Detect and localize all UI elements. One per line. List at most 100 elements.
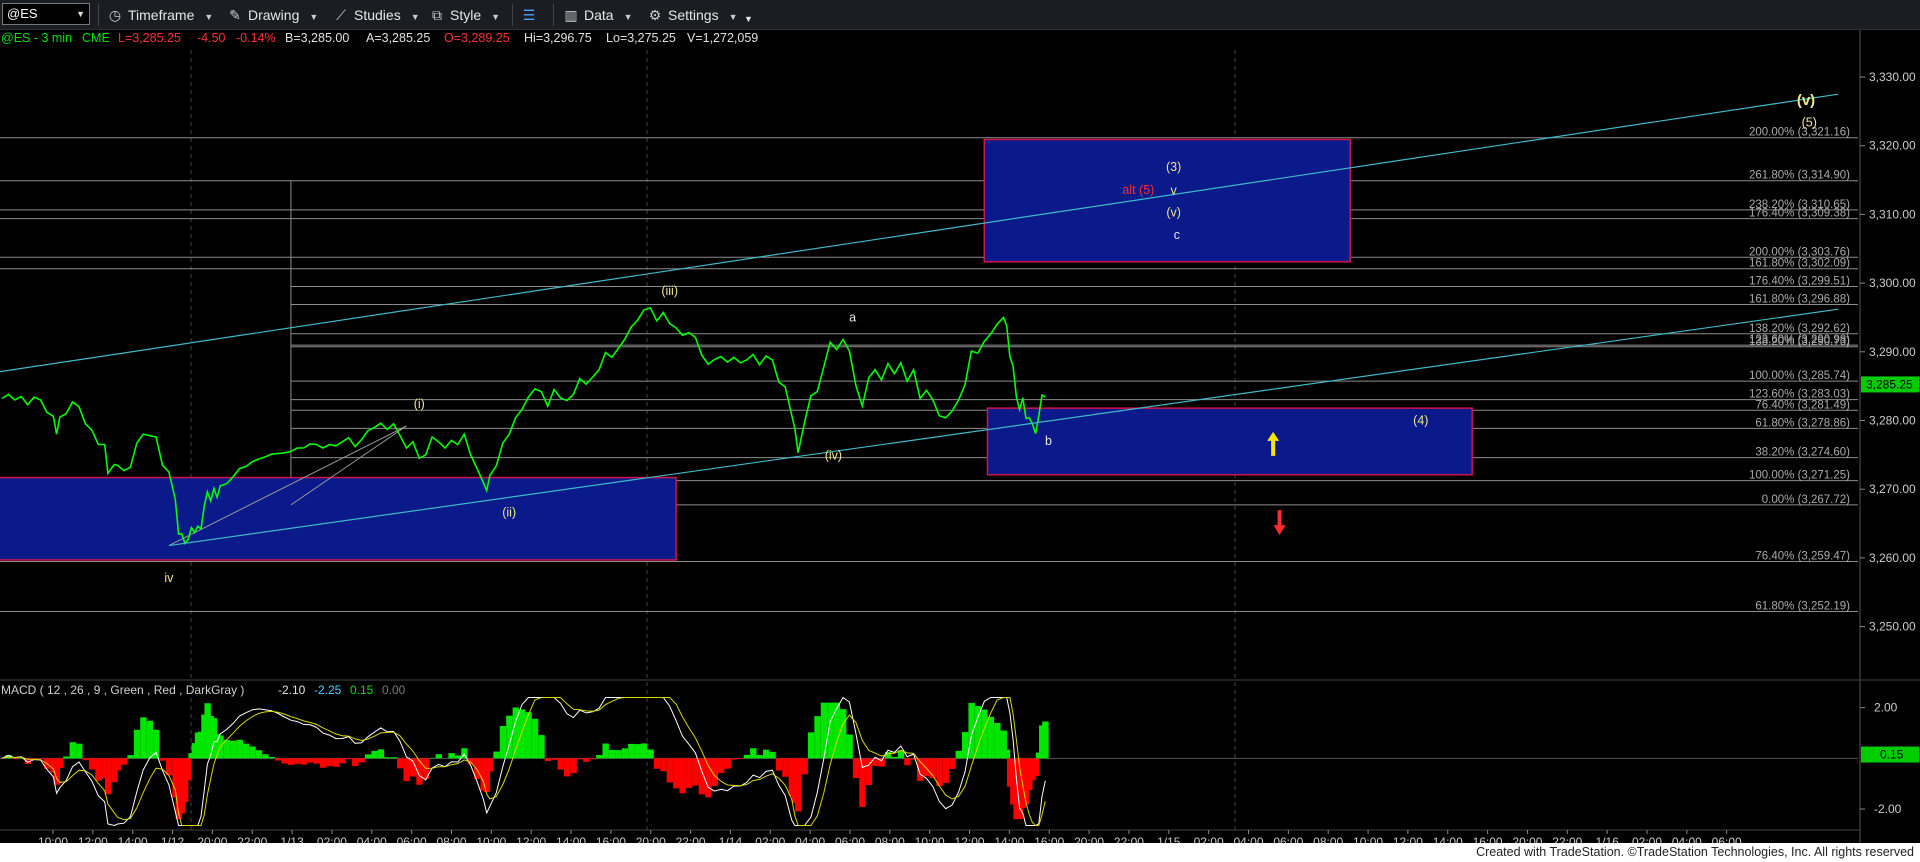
time-tick-label: 1/13 xyxy=(280,835,304,843)
macd-histogram-bar xyxy=(596,755,603,759)
fib-level-label: 176.40% (3,299.51) xyxy=(1749,275,1850,287)
chevron-down-icon: ▼ xyxy=(410,12,420,22)
wave-label: alt (5) xyxy=(1122,183,1154,197)
toolbar-divider xyxy=(98,4,99,26)
time-tick-label: 02:00 xyxy=(317,835,347,843)
data-menu[interactable]: ▥ Data ▼ xyxy=(562,5,632,25)
wave-label: iv xyxy=(164,571,174,585)
macd-histogram-bar xyxy=(403,758,410,782)
toolbar: @ES ▼ ◷ Timeframe ▼ ✎ Drawing ▼ ⟋ Studies ▼ ⧉ S… xyxy=(0,0,1920,30)
symbol-selector[interactable]: @ES ▼ xyxy=(2,3,90,25)
macd-tick-label: 2.00 xyxy=(1874,701,1898,715)
price-tick-label: 3,330.00 xyxy=(1869,70,1916,84)
macd-histogram-bar xyxy=(968,702,975,759)
fib-level-label: 76.40% (3,259.47) xyxy=(1755,551,1850,563)
time-tick-label: 08:00 xyxy=(875,835,905,843)
time-tick-label: 12:00 xyxy=(516,835,546,843)
macd-current-label: 0.15 xyxy=(1880,748,1904,762)
time-tick-label: 16:00 xyxy=(1473,835,1503,843)
macd-histogram-bar xyxy=(718,758,725,773)
time-tick-label: 08:00 xyxy=(1313,835,1343,843)
macd-histogram-bar xyxy=(249,746,256,759)
macd-histogram-bar xyxy=(955,750,962,759)
macd-histogram-bar xyxy=(300,758,308,765)
style-menu[interactable]: ⧉ Style ▼ xyxy=(428,5,500,25)
time-tick-label: 02:00 xyxy=(1194,835,1224,843)
fib-level-label: 0.00% (3,267.72) xyxy=(1762,494,1850,506)
macd-histogram-bar xyxy=(602,743,609,759)
time-tick-label: 06:00 xyxy=(1712,835,1742,843)
last-price-label: 3,285.25 xyxy=(1866,377,1913,391)
layout-icon: ☰ xyxy=(522,7,536,23)
macd-histogram-bar xyxy=(634,744,641,759)
studies-menu[interactable]: ⟋ Studies ▼ xyxy=(332,5,420,25)
macd-histogram-bar xyxy=(557,758,564,770)
price-tick-label: 3,280.00 xyxy=(1869,414,1916,428)
wave-label: (iii) xyxy=(661,284,678,298)
macd-histogram-bar xyxy=(692,758,699,786)
macd-histogram-bar xyxy=(339,758,346,764)
macd-histogram-bar xyxy=(840,709,847,759)
wave-label: (ii) xyxy=(502,506,516,520)
macd-histogram-bar xyxy=(1003,749,1011,759)
macd-histogram-bar xyxy=(859,758,866,807)
time-tick-label: 04:00 xyxy=(1672,835,1702,843)
chevron-down-icon: ▼ xyxy=(491,12,501,22)
macd-histogram-bar xyxy=(255,750,263,759)
macd-histogram-bar xyxy=(846,734,853,759)
timeframe-menu[interactable]: ◷ Timeframe ▼ xyxy=(106,5,213,25)
macd-histogram-bar xyxy=(140,717,147,759)
macd-histogram-bar xyxy=(371,750,378,759)
wave-label: (iv) xyxy=(825,449,842,463)
zero-value: 0.00 xyxy=(382,683,406,697)
macd-histogram-bar xyxy=(352,758,359,767)
macd-histogram-bar xyxy=(923,758,930,777)
fib-level-label: 76.40% (3,281.49) xyxy=(1755,399,1850,411)
footer: Created with TradeStation. ©TradeStation… xyxy=(0,843,1920,862)
macd-histogram-bar xyxy=(499,726,507,759)
fib-level-label: 161.80% (3,296.88) xyxy=(1749,294,1850,306)
macd-histogram-bar xyxy=(538,735,545,759)
wave-label: c xyxy=(1174,228,1180,242)
macd-histogram-bar xyxy=(641,743,648,759)
macd-histogram-bar xyxy=(56,758,64,769)
time-tick-label: 20:00 xyxy=(197,835,227,843)
macd-histogram-bar xyxy=(88,758,96,770)
fib-level-label: 200.00% (3,321.16) xyxy=(1749,127,1850,139)
macd-histogram-bar xyxy=(294,758,301,764)
footer-credit: Created with TradeStation. ©TradeStation… xyxy=(1476,845,1914,859)
macd-histogram-bar xyxy=(583,758,590,762)
macd-histogram-bar xyxy=(942,758,950,783)
fib-level-label: 261.80% (3,314.90) xyxy=(1749,170,1850,182)
time-tick-label: 20:00 xyxy=(1074,835,1104,843)
layout-button[interactable]: ☰ xyxy=(520,5,542,25)
pencil-icon: ✎ xyxy=(229,7,241,23)
macd-histogram-bar xyxy=(326,758,333,767)
time-tick-label: 06:00 xyxy=(835,835,865,843)
drawing-menu[interactable]: ✎ Drawing ▼ xyxy=(226,5,318,25)
settings-menu[interactable]: ⚙ Settings ▼ xyxy=(646,5,738,25)
macd-histogram-bar xyxy=(95,758,102,781)
macd-histogram-bar xyxy=(615,750,622,759)
macd-histogram-bar xyxy=(653,758,661,769)
macd-histogram-bar xyxy=(76,743,83,759)
macd-histogram-bar xyxy=(544,758,552,761)
arrow-up-shaft xyxy=(1271,439,1276,456)
time-tick-label: 22:00 xyxy=(1114,835,1144,843)
gear-icon: ⚙ xyxy=(648,7,662,23)
macd-histogram-bar xyxy=(493,751,500,759)
studies-icon: ⟋ xyxy=(336,7,346,23)
macd-histogram-bar xyxy=(242,743,250,759)
price-chart[interactable]: 3,330.00 3,320.00 3,310.00 3,300.00 3,290.00… xyxy=(0,30,1920,843)
fib-level-label: 100.00% (3,285.74) xyxy=(1749,370,1850,382)
arrow-down-icon xyxy=(1273,525,1286,536)
toolbar-overflow-icon[interactable]: ▼ xyxy=(744,9,753,29)
macd-histogram-bar xyxy=(320,758,327,768)
macd-histogram-bar xyxy=(782,758,789,777)
wave-label: (4) xyxy=(1413,414,1428,428)
macd-histogram-bar xyxy=(673,758,680,789)
fib-level-label: 200.00% (3,303.76) xyxy=(1749,246,1850,258)
fib-level-label: 138.20% (3,292.62) xyxy=(1749,323,1850,335)
macd-histogram-bar xyxy=(576,758,584,760)
macd-histogram-bar xyxy=(486,758,494,772)
